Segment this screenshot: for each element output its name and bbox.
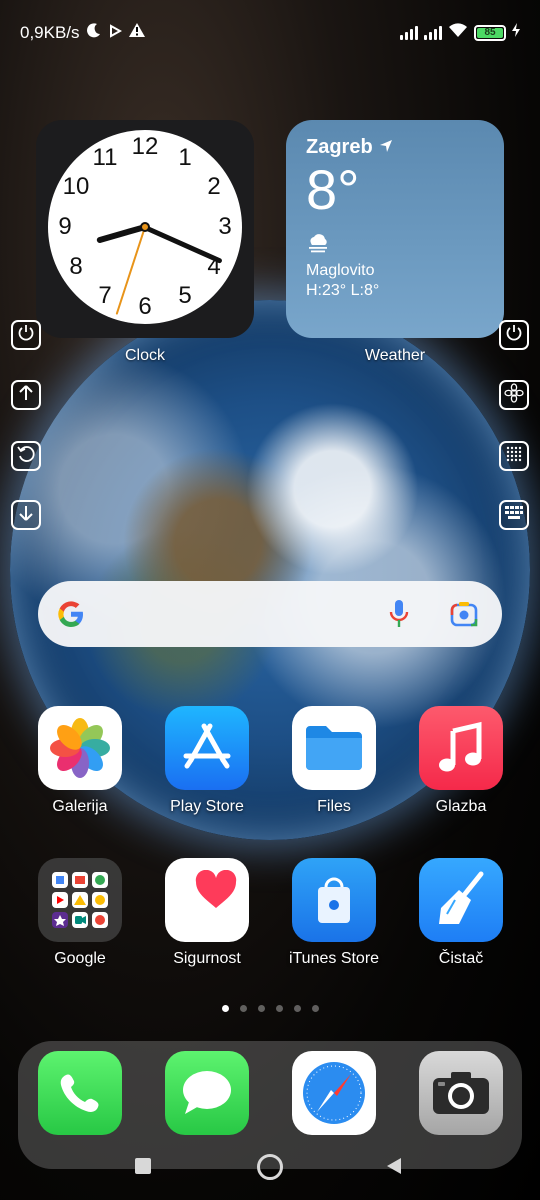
app-cistac[interactable]: Čistač [401,858,521,968]
charging-icon [512,23,520,42]
weather-widget[interactable]: Zagreb 8° Maglovito H:23° L:8° [286,120,504,338]
folder-group-icon [38,858,122,942]
battery-level: 85 [477,27,503,38]
phone-icon[interactable] [38,1051,122,1135]
arrow-down-icon [17,504,35,527]
clock-number: 10 [62,173,90,200]
microphone-icon[interactable] [388,598,410,635]
weather-condition: Maglovito [306,262,375,279]
page-dot-active[interactable] [221,1005,229,1012]
location-arrow-icon [379,136,393,159]
heart-icon [165,858,249,942]
app-label: Play Store [170,798,244,815]
clock-number: 11 [92,144,118,171]
music-note-icon [419,706,503,790]
clock-widget-label: Clock [124,347,165,364]
play-icon [108,23,122,43]
navigation-bar [0,1150,540,1184]
folder-icon [292,706,376,790]
photos-icon [38,706,122,790]
back-button[interactable] [385,1157,403,1180]
google-search-bar[interactable] [38,581,502,647]
page-dot[interactable] [257,1005,265,1012]
recents-button[interactable] [135,1158,151,1174]
clock-number: 2 [207,173,221,200]
page-indicator [0,1005,540,1012]
page-dot[interactable] [293,1005,301,1012]
camera-icon[interactable] [419,1051,503,1135]
page-dot[interactable] [275,1005,283,1012]
clock-number: 9 [58,213,72,240]
power-button-left[interactable] [11,320,41,350]
wifi-icon [448,22,468,43]
flower-button[interactable] [499,380,529,410]
clock-face: 12 1 2 3 4 5 6 7 8 9 10 11 [48,130,242,324]
shopping-bag-icon [292,858,376,942]
scroll-up-button[interactable] [11,380,41,410]
clock-widget[interactable]: 12 1 2 3 4 5 6 7 8 9 10 11 [36,120,254,338]
app-files[interactable]: Files [274,706,394,816]
grid-dots-icon [505,445,523,468]
keyboard-button[interactable] [499,500,529,530]
app-play-store[interactable]: Play Store [147,706,267,816]
scroll-down-button[interactable] [11,500,41,530]
messages-icon[interactable] [165,1051,249,1135]
page-dot[interactable] [239,1005,247,1012]
signal-icon [400,25,418,40]
page-dot[interactable] [311,1005,319,1012]
app-sigurnost[interactable]: Sigurnost [147,858,267,968]
clock-number: 7 [98,282,112,309]
app-google-folder[interactable]: Google [20,858,140,968]
app-label: Galerija [52,798,108,815]
app-label: Čistač [438,950,484,967]
weather-temperature: 8° [306,158,360,221]
clock-number: 1 [178,144,192,171]
rotate-button[interactable] [11,441,41,471]
home-button[interactable] [257,1154,283,1180]
clock-number: 5 [178,282,192,309]
clock-number: 6 [138,293,152,320]
power-icon [505,324,523,347]
google-logo-icon [55,598,87,635]
signal-icon [424,25,442,40]
lens-camera-icon[interactable] [449,599,479,634]
app-label: Google [54,950,106,967]
weather-high-low: H:23° L:8° [306,282,380,299]
weather-widget-label: Weather [364,347,426,364]
rotate-icon [17,445,35,468]
power-icon [17,324,35,347]
fog-cloud-icon [306,233,484,258]
app-itunes-store[interactable]: iTunes Store [274,858,394,968]
flower-icon [504,382,524,408]
keyboard-icon [504,505,524,526]
broom-icon [419,858,503,942]
app-label: Files [317,798,351,815]
clock-center-pin [140,222,150,232]
grid-dots-button[interactable] [499,441,529,471]
status-bar: 0,9KB/s 85 [0,0,540,64]
app-label: iTunes Store [288,950,380,967]
weather-city: Zagreb [306,136,484,159]
clock-number: 8 [69,253,83,280]
safari-compass-icon[interactable] [292,1051,376,1135]
network-speed: 0,9KB/s [20,22,80,42]
power-button-right[interactable] [499,320,529,350]
app-store-icon [165,706,249,790]
warning-icon [128,22,146,43]
arrow-up-icon [17,384,35,407]
app-label: Sigurnost [173,950,241,967]
app-glazba[interactable]: Glazba [401,706,521,816]
moon-icon [86,22,102,43]
app-label: Glazba [435,798,487,815]
app-galerija[interactable]: Galerija [20,706,140,816]
battery-icon: 85 [474,24,506,41]
weather-city-name: Zagreb [306,136,373,158]
clock-number: 12 [131,133,159,160]
clock-number: 3 [218,213,232,240]
